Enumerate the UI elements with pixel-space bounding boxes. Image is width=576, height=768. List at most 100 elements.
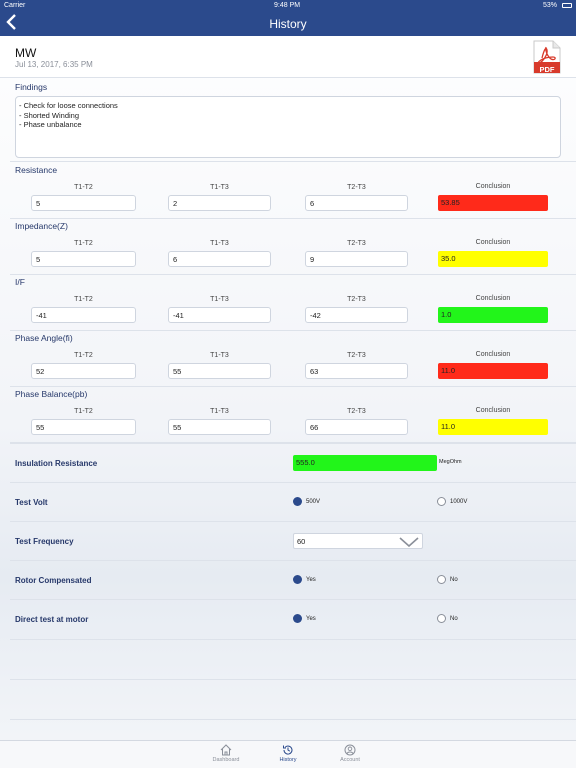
radio-selected-icon <box>293 497 302 506</box>
column-header-conclusion: Conclusion <box>475 183 511 190</box>
divider <box>10 560 576 561</box>
account-icon <box>344 744 356 756</box>
i-f-t2t3-input[interactable]: -42 <box>305 307 408 323</box>
record-date: Jul 13, 2017, 6:35 PM <box>15 60 93 69</box>
impedance-z-t2t3-input[interactable]: 9 <box>305 251 408 267</box>
finding-line: - Phase unbalance <box>19 120 82 129</box>
tab-dashboard[interactable]: Dashboard <box>196 741 256 768</box>
findings-textarea[interactable]: - Check for loose connections - Shorted … <box>15 96 561 158</box>
insulation-unit: MegOhm <box>439 459 462 465</box>
divider <box>10 679 576 680</box>
column-header-conclusion: Conclusion <box>475 351 511 358</box>
tab-history-label: History <box>279 757 297 763</box>
divider <box>10 161 576 162</box>
column-header-t2t3: T2-T3 <box>347 184 366 191</box>
direct-test-label: Direct test at motor <box>15 615 89 624</box>
radio-selected-icon <box>293 575 302 584</box>
carrier-label: Carrier <box>4 2 26 9</box>
finding-line: - Check for loose connections <box>19 101 118 110</box>
divider <box>10 482 576 483</box>
divider <box>10 330 576 331</box>
i-f-t1t2-input[interactable]: -41 <box>31 307 136 323</box>
record-header: MW Jul 13, 2017, 6:35 PM PDF <box>0 36 576 78</box>
rotor-compensated-yes-label: Yes <box>306 576 316 583</box>
resistance-t1t3-input[interactable]: 2 <box>168 195 271 211</box>
status-bar: Carrier 9:48 PM 53% <box>0 0 576 12</box>
rotor-compensated-no-radio[interactable]: No <box>437 575 458 584</box>
radio-unselected-icon <box>437 614 446 623</box>
radio-unselected-icon <box>437 497 446 506</box>
direct-test-no-radio[interactable]: No <box>437 614 458 623</box>
direct-test-yes-label: Yes <box>306 615 316 622</box>
impedance-z-t1t2-input[interactable]: 5 <box>31 251 136 267</box>
resistance-conclusion-field[interactable]: 53.85 <box>438 195 548 211</box>
divider <box>10 443 576 444</box>
phase-balance-pb-t1t3-input[interactable]: 55 <box>168 419 271 435</box>
record-name: MW <box>15 46 37 60</box>
i-f-label: I/F <box>15 277 25 287</box>
radio-unselected-icon <box>437 575 446 584</box>
pdf-export-button[interactable]: PDF <box>533 40 561 74</box>
test-volt-500v-radio[interactable]: 500V <box>293 497 320 506</box>
radio-selected-icon <box>293 614 302 623</box>
phase-angle-fi-label: Phase Angle(fi) <box>15 333 73 343</box>
test-volt-500v-label: 500V <box>306 498 321 505</box>
phase-balance-pb-conclusion-field[interactable]: 11.0 <box>438 419 548 435</box>
direct-test-no-label: No <box>450 615 458 622</box>
column-header-t2t3: T2-T3 <box>347 296 366 303</box>
divider <box>10 639 576 640</box>
column-header-t2t3: T2-T3 <box>347 408 366 415</box>
resistance-t2t3-input[interactable]: 6 <box>305 195 408 211</box>
insulation-value-field[interactable]: 555.0 <box>293 455 437 471</box>
column-header-t1t3: T1-T3 <box>210 408 229 415</box>
i-f-t1t3-input[interactable]: -41 <box>168 307 271 323</box>
phase-angle-fi-t1t3-input[interactable]: 55 <box>168 363 271 379</box>
divider <box>10 386 576 387</box>
page-title: History <box>269 17 307 31</box>
column-header-t1t3: T1-T3 <box>210 184 229 191</box>
chevron-down-icon <box>399 537 419 547</box>
history-icon <box>283 745 293 755</box>
test-frequency-label: Test Frequency <box>15 537 74 546</box>
pdf-label: PDF <box>539 65 555 74</box>
column-header-conclusion: Conclusion <box>475 239 511 246</box>
column-header-t1t3: T1-T3 <box>210 352 229 359</box>
phase-balance-pb-t2t3-input[interactable]: 66 <box>305 419 408 435</box>
column-header-conclusion: Conclusion <box>475 295 511 302</box>
nav-bar: History <box>0 12 576 36</box>
impedance-z-t1t3-input[interactable]: 6 <box>168 251 271 267</box>
phase-balance-pb-label: Phase Balance(pb) <box>15 389 88 399</box>
resistance-label: Resistance <box>15 165 58 175</box>
direct-test-yes-radio[interactable]: Yes <box>293 614 316 623</box>
column-header-t1t2: T1-T2 <box>74 296 93 303</box>
column-header-t1t3: T1-T3 <box>210 240 229 247</box>
tab-account[interactable]: Account <box>320 741 380 768</box>
phase-angle-fi-t1t2-input[interactable]: 52 <box>31 363 136 379</box>
resistance-t1t2-input[interactable]: 5 <box>31 195 136 211</box>
i-f-conclusion-field[interactable]: 1.0 <box>438 307 548 323</box>
divider <box>10 599 576 600</box>
tab-history[interactable]: History <box>258 741 318 768</box>
home-icon <box>220 744 232 756</box>
test-frequency-select[interactable]: 60 <box>293 533 423 549</box>
test-volt-1000v-label: 1000V <box>450 498 468 505</box>
status-time: 9:48 PM <box>274 2 301 9</box>
divider <box>10 218 576 219</box>
tab-bar: Dashboard History Account <box>0 740 576 768</box>
impedance-z-conclusion-field[interactable]: 35.0 <box>438 251 548 267</box>
divider <box>10 719 576 720</box>
column-header-t1t2: T1-T2 <box>74 352 93 359</box>
finding-line: - Shorted Winding <box>19 110 80 120</box>
phase-angle-fi-conclusion-field[interactable]: 11.0 <box>438 363 548 379</box>
battery-icon <box>562 3 572 8</box>
test-volt-1000v-radio[interactable]: 1000V <box>437 497 467 506</box>
phase-balance-pb-t1t2-input[interactable]: 55 <box>31 419 136 435</box>
rotor-compensated-no-label: No <box>450 576 458 583</box>
test-frequency-value: 60 <box>297 537 306 546</box>
column-header-t1t3: T1-T3 <box>210 296 229 303</box>
tab-dashboard-label: Dashboard <box>212 757 240 763</box>
divider <box>10 274 576 275</box>
rotor-compensated-yes-radio[interactable]: Yes <box>293 575 316 584</box>
tab-account-label: Account <box>340 757 360 763</box>
phase-angle-fi-t2t3-input[interactable]: 63 <box>305 363 408 379</box>
